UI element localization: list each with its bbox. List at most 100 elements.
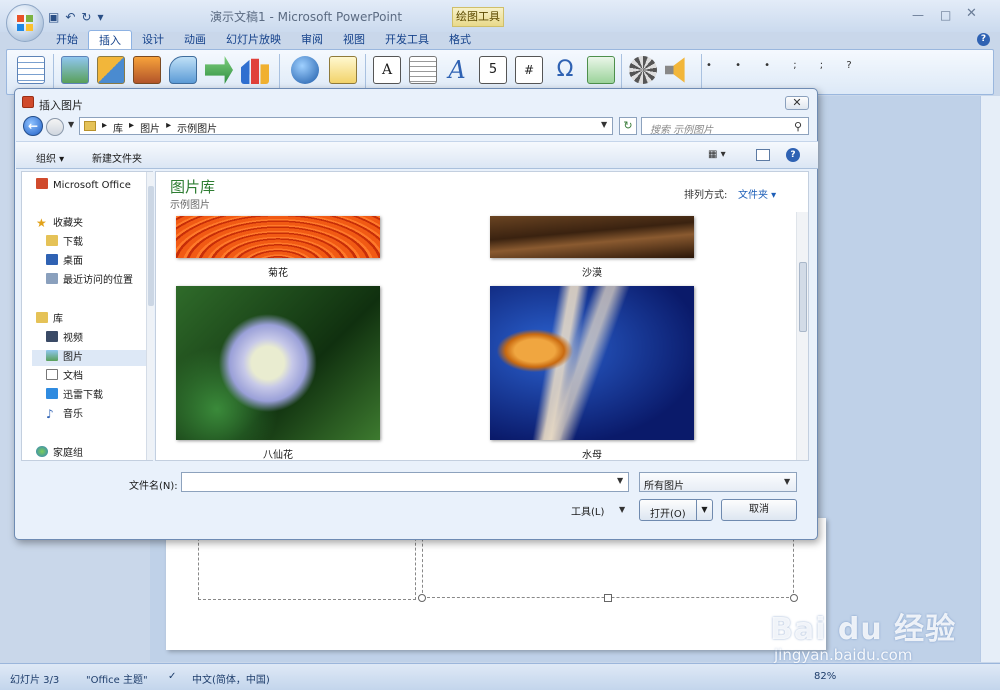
nav-scroll-thumb[interactable] [148,186,154,306]
file-type-filter[interactable]: 所有图片 ▼ [639,472,797,492]
dialog-close-button[interactable]: ✕ [785,96,809,110]
tab-developer[interactable]: 开发工具 [375,30,439,50]
maximize-icon[interactable]: □ [940,8,951,22]
breadcrumb-separator[interactable]: ▸ [102,120,107,135]
zoom-level[interactable]: 82% [814,671,836,682]
tools-button[interactable]: 工具(L) [571,503,604,518]
arrange-by-dropdown[interactable]: 文件夹 ▾ [738,186,776,201]
history-dropdown-icon[interactable]: ▼ [68,120,74,129]
tab-insert[interactable]: 插入 [88,30,132,50]
nav-item-downloads[interactable]: 下载 [46,235,83,251]
image-caption[interactable]: 沙漠 [490,264,694,279]
preview-pane-icon[interactable] [756,149,770,161]
nav-item-desktop[interactable]: 桌面 [46,254,83,270]
cancel-button[interactable]: 取消 [721,499,797,521]
date-time-icon[interactable]: 5 [479,56,507,84]
resize-handle[interactable] [604,594,612,602]
theme-name[interactable]: "Office 主题" [86,671,148,686]
minimize-icon[interactable]: — [912,8,926,22]
refresh-icon[interactable]: ↻ [619,117,637,135]
nav-scrollbar[interactable] [146,172,154,460]
back-arrow-icon[interactable]: ← [23,116,43,136]
file-list-scroll-thumb[interactable] [799,262,807,332]
nav-item-office[interactable]: Microsoft Office [36,178,131,194]
spellcheck-icon[interactable]: ✓ [168,671,176,682]
organize-button[interactable]: 组织 ▾ [36,150,64,165]
picture-icon[interactable] [61,56,89,84]
header-footer-icon[interactable] [409,56,437,84]
wordart-icon[interactable]: A [443,56,471,84]
photo-album-icon[interactable] [133,56,161,84]
tab-slideshow[interactable]: 幻灯片放映 [216,30,291,50]
search-icon[interactable]: ⚲ [794,120,802,133]
search-box[interactable]: 搜索 示例图片 ⚲ [641,117,809,136]
breadcrumb-library[interactable]: 库 [113,120,123,135]
office-button[interactable] [6,4,44,42]
filename-input[interactable] [181,472,629,492]
textbox-icon[interactable]: A [373,56,401,84]
address-bar[interactable]: ▸ 库 ▸ 图片 ▸ 示例图片 [79,117,613,135]
tab-home[interactable]: 开始 [46,30,88,50]
image-thumbnail-chrysanthemum[interactable] [176,216,380,258]
breadcrumb-pictures[interactable]: 图片 [140,120,160,135]
open-button[interactable]: 打开(O) ▼ [639,499,713,521]
nav-item-libraries[interactable]: 库 [36,312,63,328]
views-icon[interactable]: ▦ ▾ [708,149,726,160]
image-thumbnail-jellyfish[interactable] [490,286,694,440]
dialog-help-icon[interactable]: ? [786,148,800,162]
nav-item-pictures[interactable]: 图片 [32,350,148,366]
image-thumbnail-hydrangea[interactable] [176,286,380,440]
save-icon[interactable]: ▣ [48,10,59,24]
close-icon[interactable]: ✕ [966,6,977,21]
sound-icon[interactable] [665,57,685,83]
smartart-icon[interactable] [205,56,233,84]
slide-vertical-scrollbar[interactable] [980,96,1000,662]
nav-item-recent[interactable]: 最近访问的位置 [46,273,133,289]
redo-icon[interactable]: ↻ [81,10,91,24]
image-caption[interactable]: 菊花 [176,264,380,279]
nav-item-thunder-downloads[interactable]: 迅雷下载 [46,388,103,404]
breadcrumb-separator[interactable]: ▸ [129,120,134,135]
symbol-icon[interactable]: Ω [551,56,579,84]
nav-item-favorites[interactable]: ★ 收藏夹 [36,216,83,232]
symbol-shortcuts[interactable]: • • • ; ; ? [706,60,862,72]
open-split-dropdown-icon[interactable]: ▼ [696,500,712,520]
image-caption[interactable]: 水母 [490,446,694,461]
file-list-scrollbar[interactable] [796,212,808,460]
qat-dropdown-icon[interactable]: ▾ [97,10,103,24]
undo-icon[interactable]: ↶ [65,10,75,24]
tools-dropdown-icon[interactable]: ▼ [619,505,625,514]
new-folder-button[interactable]: 新建文件夹 [92,150,142,165]
breadcrumb-separator[interactable]: ▸ [166,120,171,135]
address-dropdown-icon[interactable]: ▼ [601,120,607,129]
breadcrumb-sample-pictures[interactable]: 示例图片 [177,120,217,135]
nav-item-homegroup[interactable]: 家庭组 [36,446,83,462]
tab-design[interactable]: 设计 [132,30,174,50]
clipart-icon[interactable] [97,56,125,84]
nav-item-documents[interactable]: 文档 [46,369,83,385]
object-icon[interactable] [587,56,615,84]
resize-handle[interactable] [790,594,798,602]
forward-arrow-icon[interactable] [46,118,64,136]
nav-item-music[interactable]: ♪ 音乐 [46,407,83,423]
nav-item-label: 下载 [63,237,83,248]
movie-icon[interactable] [629,56,657,84]
chart-icon[interactable] [241,58,269,84]
nav-item-videos[interactable]: 视频 [46,331,83,347]
image-thumbnail-desert[interactable] [490,216,694,258]
tab-animations[interactable]: 动画 [174,30,216,50]
table-icon[interactable] [17,56,45,84]
tab-review[interactable]: 审阅 [291,30,333,50]
help-icon[interactable]: ? [977,33,990,46]
language-label[interactable]: 中文(简体，中国) [192,671,270,686]
tab-format[interactable]: 格式 [439,30,481,50]
shapes-icon[interactable] [169,56,197,84]
tab-view[interactable]: 视图 [333,30,375,50]
action-icon[interactable] [329,56,357,84]
hyperlink-icon[interactable] [291,56,319,84]
quick-access-toolbar: ▣ ↶ ↻ ▾ [48,8,104,26]
filename-dropdown-icon[interactable]: ▼ [617,476,623,485]
image-caption[interactable]: 八仙花 [176,446,380,461]
resize-handle[interactable] [418,594,426,602]
slide-number-icon[interactable]: # [515,56,543,84]
